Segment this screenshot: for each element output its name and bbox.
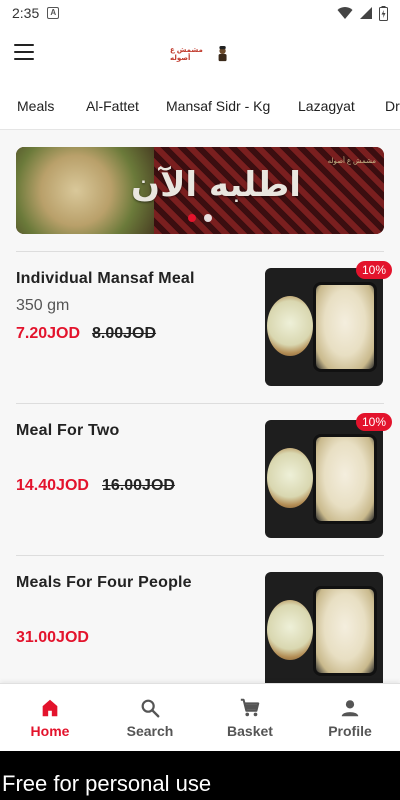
banner-dot-1[interactable] bbox=[188, 214, 196, 222]
divider bbox=[16, 555, 384, 556]
home-icon bbox=[42, 699, 58, 717]
item-name: Meal For Two bbox=[16, 422, 120, 439]
menu-list: اطلبه الآن مشمش ع أصوله Individual Mansa… bbox=[0, 130, 400, 683]
menu-icon[interactable] bbox=[14, 44, 34, 60]
nav-search-label: Search bbox=[126, 723, 174, 739]
nav-home[interactable]: Home bbox=[0, 684, 100, 752]
item-old-price: 8.00JOD bbox=[92, 325, 157, 342]
wifi-icon bbox=[337, 7, 353, 20]
status-time: 2:35 bbox=[12, 5, 40, 21]
nav-profile[interactable]: Profile bbox=[300, 684, 400, 752]
item-image bbox=[265, 420, 383, 538]
profile-icon bbox=[341, 700, 359, 717]
battery-icon bbox=[379, 5, 388, 21]
menu-item[interactable]: Individual Mansaf Meal 350 gm 7.20JOD 8.… bbox=[0, 261, 400, 400]
item-name: Meals For Four People bbox=[16, 574, 192, 591]
banner-pagination bbox=[188, 214, 212, 222]
promo-banner[interactable]: اطلبه الآن مشمش ع أصوله bbox=[16, 147, 384, 234]
tab-lazagyat[interactable]: Lazagyat bbox=[298, 82, 355, 129]
tab-mansaf-sidr-kg[interactable]: Mansaf Sidr - Kg bbox=[166, 82, 270, 129]
tab-drinks[interactable]: Dr bbox=[385, 82, 400, 129]
item-weight: 350 gm bbox=[16, 297, 70, 314]
logo-text: مشمش ع أصوله bbox=[170, 47, 203, 62]
banner-logo: مشمش ع أصوله bbox=[327, 158, 376, 165]
nav-basket[interactable]: Basket bbox=[200, 684, 300, 752]
tab-meals[interactable]: Meals bbox=[17, 82, 54, 129]
discount-badge: 10% bbox=[356, 261, 392, 279]
search-icon bbox=[141, 699, 160, 718]
item-image bbox=[265, 572, 383, 683]
item-price: 31.00JOD bbox=[16, 629, 89, 646]
bottom-navigation: Home Search Basket Profile bbox=[0, 683, 400, 751]
nav-home-label: Home bbox=[30, 723, 70, 739]
nav-search[interactable]: Search bbox=[100, 684, 200, 752]
nav-basket-label: Basket bbox=[227, 723, 273, 739]
discount-badge: 10% bbox=[356, 413, 392, 431]
banner-dot-2[interactable] bbox=[204, 214, 212, 222]
status-bar: 2:35 A bbox=[0, 0, 400, 26]
chef-icon bbox=[218, 46, 227, 62]
item-price: 14.40JOD bbox=[16, 477, 89, 494]
app-bar: مشمش ع أصوله bbox=[0, 26, 400, 82]
menu-item[interactable]: Meals For Four People 31.00JOD bbox=[0, 572, 400, 683]
divider bbox=[16, 403, 384, 404]
signal-icon bbox=[360, 7, 372, 19]
item-old-price: 16.00JOD bbox=[102, 477, 175, 494]
brand-logo: مشمش ع أصوله bbox=[170, 40, 228, 68]
divider bbox=[16, 251, 384, 252]
category-tabs: Meals Al-Fattet Mansaf Sidr - Kg Lazagya… bbox=[0, 82, 400, 130]
cart-icon bbox=[240, 698, 260, 717]
menu-item[interactable]: Meal For Two 14.40JOD 16.00JOD 10% bbox=[0, 413, 400, 552]
footer-watermark: Free for personal use bbox=[0, 751, 400, 800]
item-name: Individual Mansaf Meal bbox=[16, 270, 195, 287]
banner-text: اطلبه الآن bbox=[131, 165, 301, 205]
nav-profile-label: Profile bbox=[328, 723, 372, 739]
item-price: 7.20JOD bbox=[16, 325, 81, 342]
status-indicators bbox=[337, 5, 388, 21]
item-image bbox=[265, 268, 383, 386]
app-notification-icon: A bbox=[47, 7, 60, 19]
tab-al-fattet[interactable]: Al-Fattet bbox=[86, 82, 139, 129]
